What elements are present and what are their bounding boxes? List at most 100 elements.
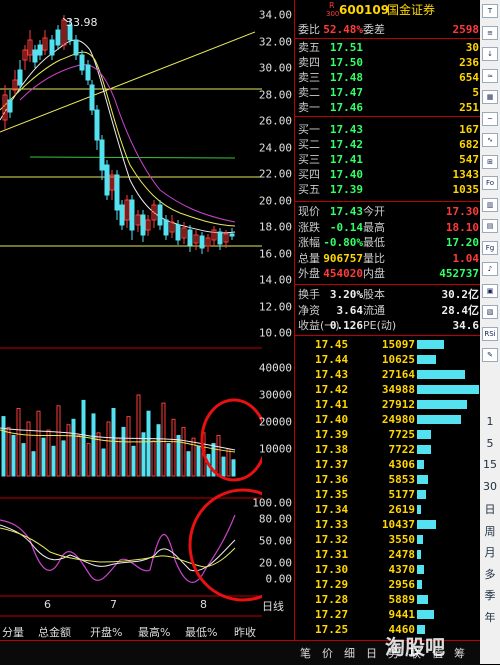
stock-name: 国金证券 [387,3,436,17]
price-depth-row[interactable]: 17.38 7722 [295,442,481,457]
depth-bar [417,370,465,379]
volume-bar [126,416,131,477]
index-label-zongjine[interactable]: 总金额 [38,624,71,640]
toolbar-tool-button[interactable]: ♪ [482,262,498,276]
toolbar-tool-button[interactable]: RSi [482,326,498,341]
buy-level-row[interactable]: 买四 17.40 1343 [295,167,481,182]
weicha-value: 2598 [452,23,480,36]
volume-bar [101,448,106,477]
depth-price: 17.43 [315,368,349,381]
bottom-tab[interactable]: 日 [366,645,377,661]
bottom-tab[interactable]: 价 [322,645,333,661]
toolbar-tool-button[interactable]: ▥ [482,197,498,212]
sell-level-price: 17.48 [329,71,363,84]
price-depth-row[interactable]: 17.39 7725 [295,427,481,442]
index-label-zuidi[interactable]: 最低% [185,624,217,640]
sell-level-row[interactable]: 卖二 17.47 5 [295,85,481,100]
sell-level-row[interactable]: 卖三 17.48 654 [295,70,481,85]
period-button[interactable]: 30 [480,480,500,493]
price-depth-row[interactable]: 17.32 3550 [295,532,481,547]
depth-volume: 7722 [388,443,416,456]
toolbar-tool-button[interactable]: ≈ [482,68,498,83]
toolbar-tool-button[interactable]: ▣ [482,283,498,298]
period-button[interactable]: 15 [480,458,500,471]
sell-level-row[interactable]: 卖四 17.50 236 [295,55,481,70]
volume-bar [76,435,81,477]
price-depth-row[interactable]: 17.42 34988 [295,382,481,397]
price-depth-row[interactable]: 17.37 4306 [295,457,481,472]
period-button[interactable]: 日 [480,501,500,517]
volume-bar [11,435,16,477]
price-depth-row[interactable]: 17.29 2956 [295,577,481,592]
price-tick-label: 30.00 [258,61,292,75]
toolbar-tool-button[interactable]: ⊞ [482,154,498,169]
price-depth-row[interactable]: 17.43 27164 [295,367,481,382]
stat-value: 17.30 [445,205,479,218]
price-depth-row[interactable]: 17.35 5177 [295,487,481,502]
stat-label: 流通 [363,303,385,317]
volume-bar [226,448,231,477]
toolbar-tool-button[interactable]: ▧ [482,305,498,319]
price-depth-row[interactable]: 17.30 4370 [295,562,481,577]
buy-level-row[interactable]: 买三 17.41 547 [295,152,481,167]
stat-label: 涨幅 [298,236,320,249]
sell-level-row[interactable]: 卖五 17.51 30 [295,40,481,55]
toolbar-tool-button[interactable]: ≡ [482,25,498,40]
period-button[interactable]: 年 [480,609,500,625]
kline-chart-panel[interactable]: 33.98 6 7 8 分量 总金额 开盘% 最高% 最低% 昨收 [0,0,298,640]
sell-level-price: 17.51 [329,41,363,54]
buy-level-row[interactable]: 买二 17.42 682 [295,137,481,152]
toolbar-tool-button[interactable]: ↓ [482,47,498,61]
kline-chart[interactable]: 33.98 [0,0,298,640]
bottom-tab[interactable]: 细 [344,645,355,661]
bottom-tab-bar: 笔价细日势联值筹 淘股吧 [0,635,480,665]
price-depth-row[interactable]: 17.41 27912 [295,397,481,412]
index-label-kaipan[interactable]: 开盘% [90,624,122,640]
period-button[interactable]: 月 [480,544,500,560]
sell-level-price: 17.46 [329,101,363,114]
period-button[interactable]: 周 [480,523,500,539]
toolbar-tool-button[interactable]: Fo [482,176,498,190]
price-depth-row[interactable]: 17.34 2619 [295,502,481,517]
stat-value: 17.20 [445,236,479,249]
price-depth-row[interactable]: 17.31 2478 [295,547,481,562]
index-label-zuoshou[interactable]: 昨收 [234,624,256,640]
price-depth-row[interactable]: 17.28 5889 [295,592,481,607]
depth-bar [417,460,424,469]
buy-level-row[interactable]: 买五 17.39 1035 [295,182,481,197]
stat-label: 最高 [363,220,385,234]
price-depth-row[interactable]: 17.36 5853 [295,472,481,487]
kdj-tick-label: 80.00 [258,512,292,526]
price-depth-row[interactable]: 17.45 15097 [295,337,481,352]
volume-bar [66,424,71,477]
index-label-zuigao[interactable]: 最高% [138,624,170,640]
toolbar-tool-button[interactable]: ∿ [482,133,498,147]
bottom-tab[interactable]: 笔 [300,645,311,661]
bottom-tab[interactable]: 筹 [454,645,465,661]
volume-tick-label: 30000 [258,388,292,402]
depth-price: 17.41 [315,398,349,411]
period-button[interactable]: 1 [480,415,500,428]
depth-volume: 5853 [388,473,416,486]
price-depth-row[interactable]: 17.27 9441 [295,607,481,622]
depth-volume: 9441 [388,608,416,621]
price-depth-row[interactable]: 17.44 10625 [295,352,481,367]
toolbar-tool-button[interactable]: ✎ [482,348,498,362]
period-button[interactable]: 季 [480,587,500,603]
period-button[interactable]: 5 [480,437,500,450]
index-label-fenliang[interactable]: 分量 [2,624,24,640]
buy-level-row[interactable]: 买一 17.43 167 [295,122,481,137]
toolbar-tool-button[interactable]: T [482,4,498,18]
toolbar-tool-button[interactable]: ▦ [482,90,498,104]
price-depth-row[interactable]: 17.33 10437 [295,517,481,532]
depth-volume: 24980 [381,413,415,426]
toolbar-tool-button[interactable]: ▤ [482,219,498,233]
sell-level-row[interactable]: 卖一 17.46 251 [295,100,481,115]
price-depth-row[interactable]: 17.40 24980 [295,412,481,427]
stat-label: 总量 [298,251,320,265]
toolbar-tool-button[interactable]: ~ [482,111,498,126]
weibi-label: 委比 [298,23,320,36]
period-button[interactable]: 多 [480,566,500,582]
sell-level-label: 卖四 [298,56,320,69]
toolbar-tool-button[interactable]: Fg [482,240,498,255]
